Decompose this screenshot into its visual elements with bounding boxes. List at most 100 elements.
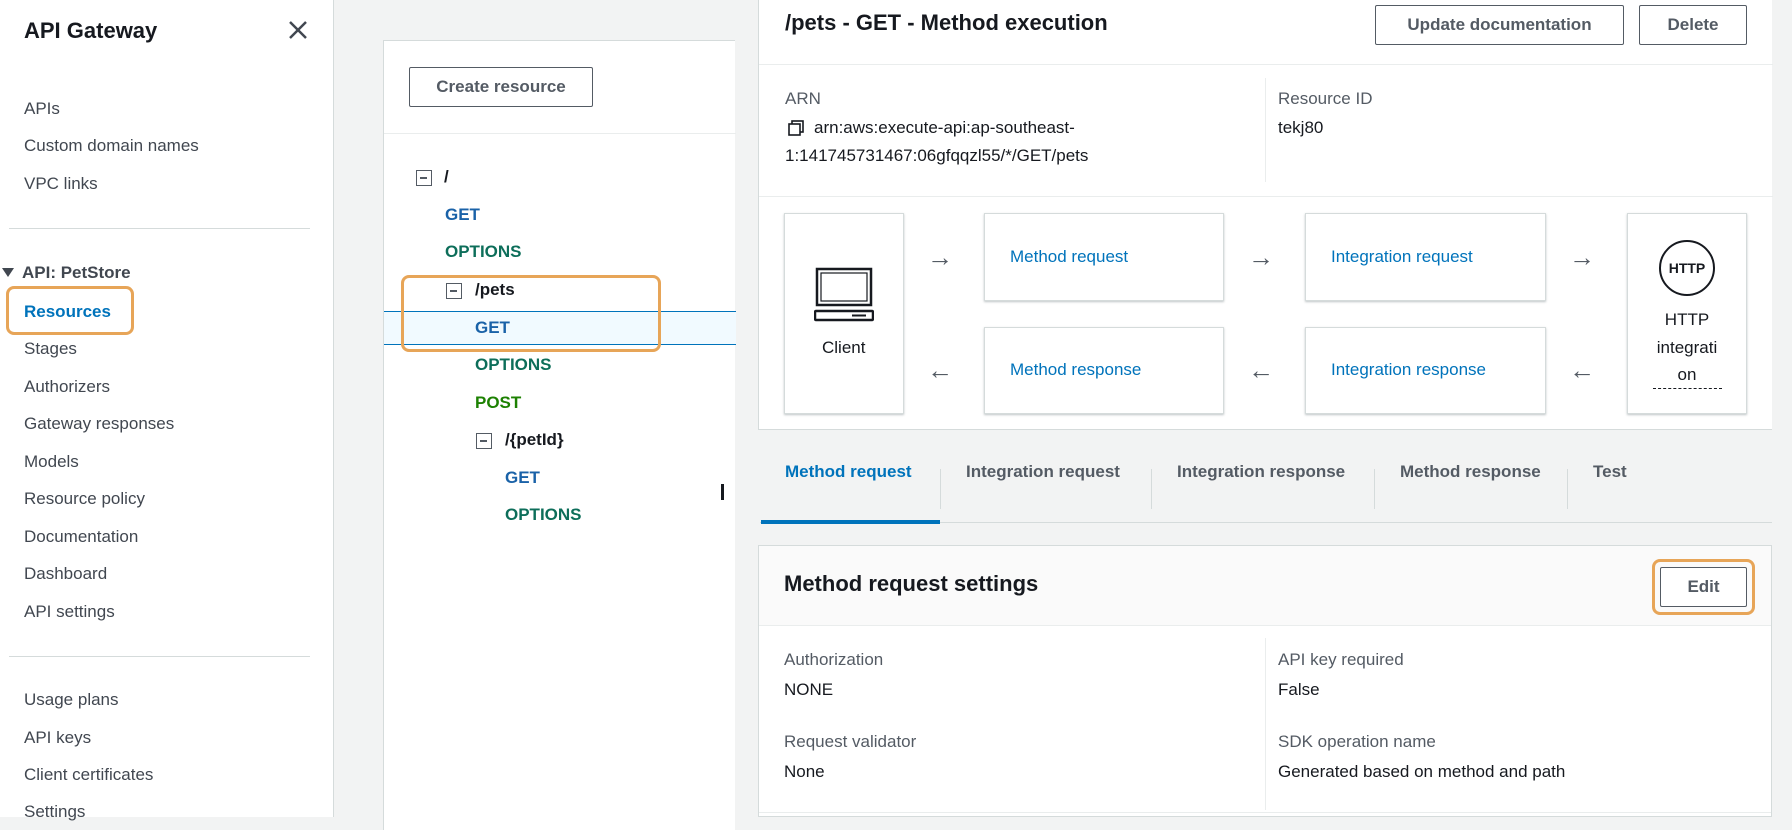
tree-node-options[interactable]: OPTIONS (445, 242, 522, 262)
nav-item-custom-domain-names[interactable]: Custom domain names (24, 136, 199, 156)
method-request-link[interactable]: Method request (1010, 247, 1128, 267)
arrow-left-icon: ← (1569, 355, 1595, 385)
nav-item-api-keys[interactable]: API keys (24, 728, 91, 748)
collapse-icon[interactable] (476, 433, 492, 449)
tab-method-response[interactable]: Method response (1400, 462, 1541, 482)
client-box: Client (784, 213, 904, 414)
tree-node-pets-post[interactable]: POST (475, 393, 521, 413)
http-icon: HTTP (1659, 240, 1715, 296)
resource-tree-panel: Create resource / GET OPTIONS /pets GET … (383, 40, 736, 830)
tab-test[interactable]: Test (1593, 462, 1627, 482)
arn-label: ARN (785, 89, 821, 108)
tree-node-petid[interactable]: /{petId} (505, 430, 564, 450)
nav-item-client-certificates[interactable]: Client certificates (24, 765, 153, 785)
arn-value-line1: arn:aws:execute-api:ap-southeast- (814, 118, 1075, 137)
column-divider (1265, 638, 1266, 810)
edit-button[interactable]: Edit (1660, 567, 1747, 607)
nav-item-authorizers[interactable]: Authorizers (24, 377, 110, 397)
resource-id-label: Resource ID (1278, 89, 1373, 108)
nav-item-stages[interactable]: Stages (24, 339, 77, 359)
collapse-icon[interactable] (446, 283, 462, 299)
tree-node-petid-options[interactable]: OPTIONS (505, 505, 582, 525)
tab-method-request[interactable]: Method request (785, 462, 912, 482)
tree-node-get[interactable]: GET (445, 205, 480, 225)
card-bottom-divider (759, 812, 1771, 813)
resource-id-value: tekj80 (1278, 118, 1324, 137)
tree-node-pets-get[interactable]: GET (475, 318, 510, 338)
selected-row-highlight (384, 311, 736, 345)
arrow-right-icon: → (1248, 242, 1274, 272)
integration-request-link[interactable]: Integration request (1331, 247, 1473, 267)
dashed-underline (1653, 388, 1722, 389)
tree-node-pets-options[interactable]: OPTIONS (475, 355, 552, 375)
close-icon[interactable] (284, 16, 312, 44)
tree-node-pets[interactable]: /pets (475, 280, 515, 300)
api-section-header[interactable]: API: PetStore (0, 263, 131, 283)
authorization-label: Authorization (784, 650, 884, 669)
side-navigation: API Gateway APIs Custom domain names VPC… (0, 0, 334, 821)
nav-divider (9, 228, 310, 229)
column-divider (1265, 78, 1266, 182)
api-key-required-value: False (1278, 680, 1320, 699)
card-header: Method request settings Edit (759, 546, 1771, 626)
method-request-settings-card: Method request settings Edit Authorizati… (758, 545, 1772, 817)
sdk-operation-name-value: Generated based on method and path (1278, 762, 1566, 781)
nav-item-api-settings[interactable]: API settings (24, 602, 115, 622)
page-title: /pets - GET - Method execution (785, 10, 1108, 35)
method-response-box[interactable]: Method response (984, 327, 1224, 414)
sdk-operation-name-label: SDK operation name (1278, 732, 1436, 751)
nav-item-documentation[interactable]: Documentation (24, 527, 138, 547)
nav-item-dashboard[interactable]: Dashboard (24, 564, 107, 584)
copy-icon[interactable] (787, 119, 805, 137)
nav-item-settings[interactable]: Settings (24, 802, 85, 822)
collapse-icon[interactable] (416, 170, 432, 186)
integration-request-box[interactable]: Integration request (1305, 213, 1546, 301)
header-divider (759, 64, 1773, 65)
nav-item-resources[interactable]: Resources (24, 302, 111, 322)
nav-item-resource-policy[interactable]: Resource policy (24, 489, 145, 509)
method-response-link[interactable]: Method response (1010, 360, 1141, 380)
active-tab-indicator (761, 520, 940, 524)
tab-separator (1151, 469, 1152, 509)
nav-item-gateway-responses[interactable]: Gateway responses (24, 414, 174, 434)
delete-button[interactable]: Delete (1639, 5, 1747, 45)
api-key-required-label: API key required (1278, 650, 1404, 669)
arn-value-line2: 1:141745731467:06gfqqzl55/*/GET/pets (785, 146, 1089, 165)
api-section-label: API: PetStore (22, 263, 131, 282)
http-label-line3: on (1677, 365, 1697, 384)
nav-item-models[interactable]: Models (24, 452, 79, 472)
arrow-left-icon: ← (927, 355, 953, 385)
client-label: Client (822, 338, 866, 357)
card-title: Method request settings (784, 571, 1039, 596)
nav-item-usage-plans[interactable]: Usage plans (24, 690, 119, 710)
nav-divider (9, 656, 310, 657)
tree-node-petid-get[interactable]: GET (505, 468, 540, 488)
http-label-line1: HTTP (1664, 310, 1710, 329)
computer-icon (814, 267, 874, 322)
method-request-box[interactable]: Method request (984, 213, 1224, 301)
tree-toolbar: Create resource (384, 41, 736, 134)
tree-node-root[interactable]: / (444, 167, 449, 187)
method-execution-panel: /pets - GET - Method execution Update do… (758, 0, 1773, 430)
nav-item-vpc-links[interactable]: VPC links (24, 174, 98, 194)
arrow-right-icon: → (1569, 242, 1595, 272)
integration-response-link[interactable]: Integration response (1331, 360, 1486, 380)
request-validator-label: Request validator (784, 732, 917, 751)
service-title: API Gateway (24, 18, 158, 43)
http-label-line2: integrati (1656, 338, 1718, 357)
tab-integration-request[interactable]: Integration request (966, 462, 1120, 482)
tab-separator (940, 469, 941, 509)
caret-down-icon (2, 268, 14, 278)
panel-resize-handle[interactable] (721, 484, 724, 500)
section-divider (759, 196, 1773, 197)
tab-separator (1374, 469, 1375, 509)
tab-integration-response[interactable]: Integration response (1177, 462, 1345, 482)
update-documentation-button[interactable]: Update documentation (1375, 5, 1624, 45)
nav-item-apis[interactable]: APIs (24, 99, 60, 119)
http-integration-box: HTTP HTTP integrati on (1627, 213, 1747, 414)
create-resource-button[interactable]: Create resource (409, 67, 593, 107)
request-validator-value: None (784, 762, 825, 781)
integration-response-box[interactable]: Integration response (1305, 327, 1546, 414)
arrow-left-icon: ← (1248, 355, 1274, 385)
arrow-right-icon: → (927, 242, 953, 272)
